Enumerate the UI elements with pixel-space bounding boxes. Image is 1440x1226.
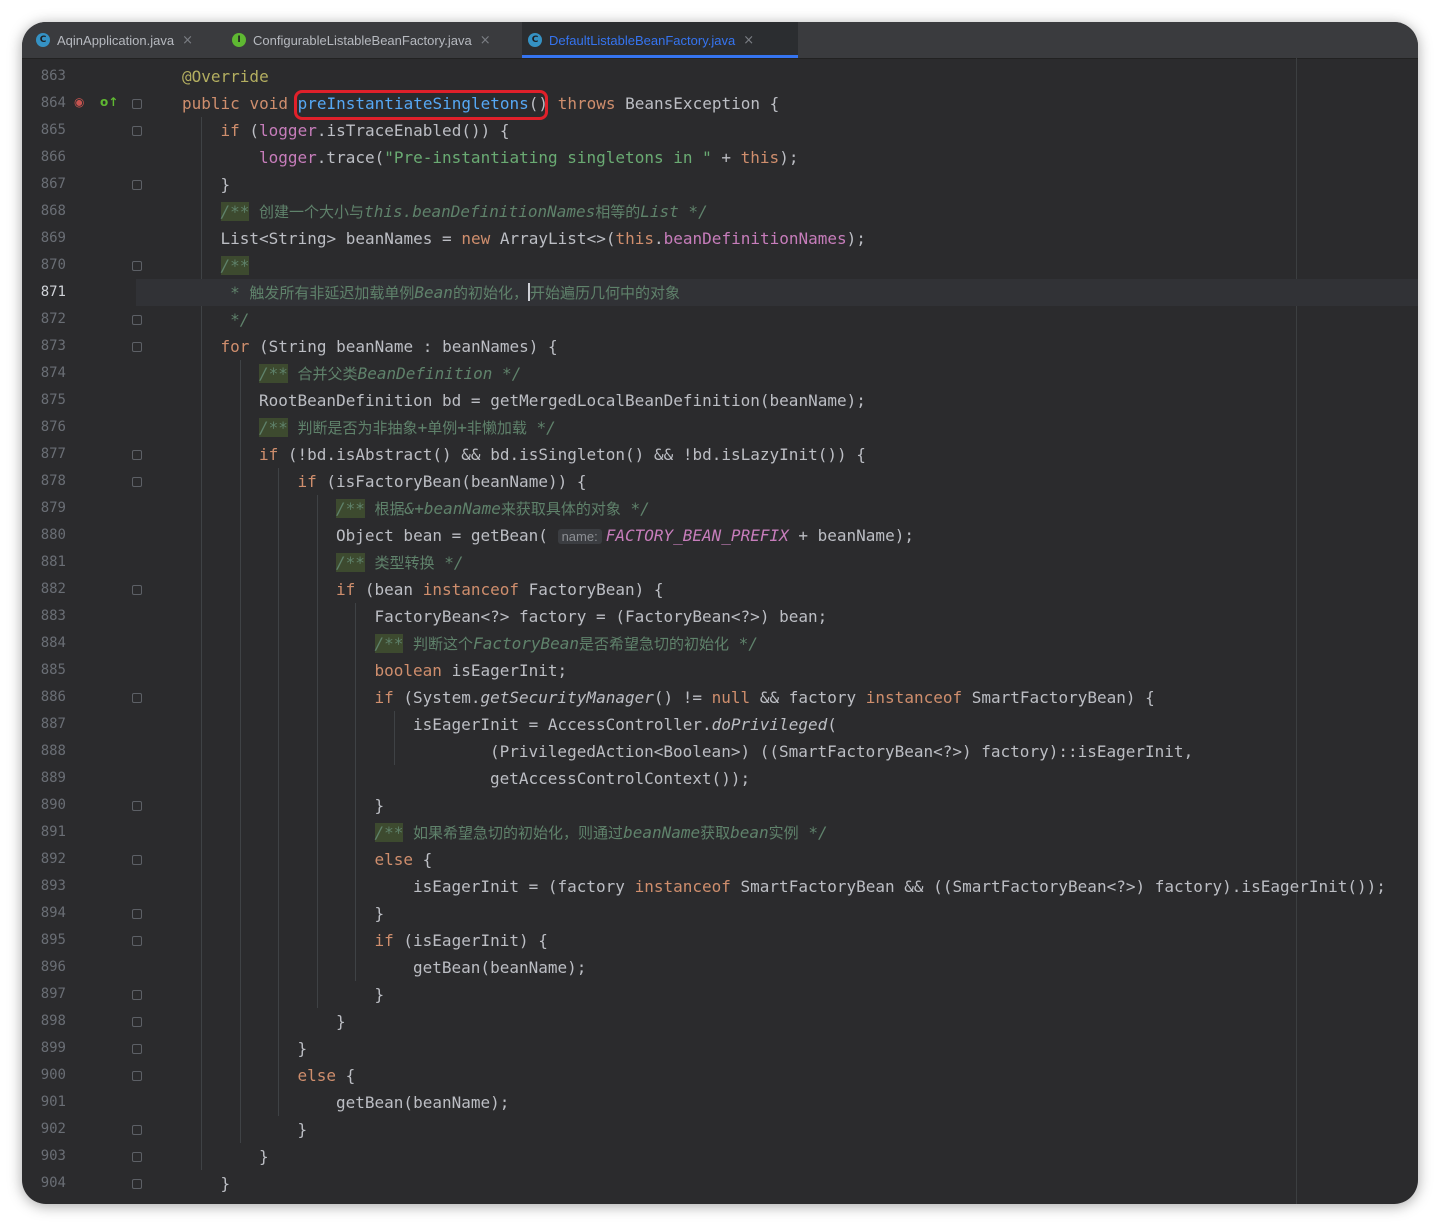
code-line[interactable]: (PrivilegedAction<Boolean>) ((SmartFacto… [490,738,1193,765]
class-icon: C [36,33,50,47]
code-editor[interactable]: @Override public void preInstantiateSingl… [22,58,1418,1204]
code-line[interactable]: getAccessControlContext()); [490,765,750,792]
close-tab-icon[interactable]: × [743,33,754,48]
code-line[interactable]: else { [375,846,433,873]
code-line[interactable]: } [336,1008,346,1035]
code-line[interactable]: /** 类型转换 */ [336,549,463,576]
code-line[interactable]: /** 创建一个大小与this.beanDefinitionNames相等的Li… [220,198,708,225]
indent-guide [316,495,318,1008]
editor-tab[interactable]: C DefaultListableBeanFactory.java × [522,22,798,58]
code-line[interactable]: RootBeanDefinition bd = getMergedLocalBe… [259,387,866,414]
code-line[interactable]: } [298,1035,308,1062]
code-line[interactable]: if (!bd.isAbstract() && bd.isSingleton()… [259,441,866,468]
indent-guide [393,711,395,765]
code-line[interactable]: isEagerInit = AccessController.doPrivile… [413,711,837,738]
code-line[interactable]: boolean isEagerInit; [375,657,568,684]
code-line[interactable]: if (System.getSecurityManager() != null … [375,684,1155,711]
code-line[interactable]: else { [298,1062,356,1089]
editor-tab[interactable]: C AqinApplication.java × [30,22,228,58]
code-line[interactable]: if (bean instanceof FactoryBean) { [336,576,664,603]
editor-tab-label: ConfigurableListableBeanFactory.java [253,32,472,48]
code-line[interactable]: getBean(beanName); [413,954,586,981]
code-line[interactable]: Object bean = getBean( name: FACTORY_BEAN… [336,522,914,549]
code-line[interactable]: getBean(beanName); [336,1089,509,1116]
indent-guide [201,117,203,1170]
code-line[interactable]: isEagerInit = (factory instanceof SmartF… [413,873,1386,900]
close-tab-icon[interactable]: × [182,33,193,48]
class-icon: C [528,33,542,47]
indent-guide [355,603,357,981]
editor-tab-label: DefaultListableBeanFactory.java [549,32,736,48]
code-line[interactable]: } [298,1116,308,1143]
code-line[interactable]: FactoryBean<?> factory = (FactoryBean<?>… [375,603,828,630]
indent-guide [239,360,241,1143]
code-line[interactable]: /** 判断这个FactoryBean是否希望急切的初始化 */ [374,630,758,657]
code-line[interactable]: for (String beanName : beanNames) { [221,333,558,360]
code-line[interactable]: List<String> beanNames = new ArrayList<>… [221,225,866,252]
editor-tab-bar: C AqinApplication.java × I ConfigurableLista… [22,22,1418,59]
method-name-highlight-box [294,90,548,120]
code-line[interactable]: /** 根据&+beanName来获取具体的对象 */ [336,495,650,522]
code-line[interactable]: } [375,981,385,1008]
code-line[interactable]: } [259,1143,269,1170]
code-line[interactable]: } [221,1170,231,1197]
indent-guide [278,468,280,1116]
code-line[interactable]: @Override [182,63,269,90]
code-line[interactable]: } [375,900,385,927]
editor-tab-label: AqinApplication.java [57,32,175,48]
interface-icon: I [232,33,246,47]
close-tab-icon[interactable]: × [480,33,491,48]
code-line[interactable]: if (logger.isTraceEnabled()) { [221,117,510,144]
code-line[interactable]: /** 合并父类BeanDefinition */ [259,360,521,387]
code-line[interactable]: * 触发所有非延迟加载单例Bean的初始化， 开始遍历几何中的对象 [230,279,680,306]
code-line[interactable]: /** 判断是否为非抽象+单例+非懒加载 */ [259,414,556,441]
code-line[interactable]: if (isEagerInit) { [375,927,548,954]
ide-window: C AqinApplication.java × I ConfigurableLista… [22,22,1418,1204]
code-line[interactable]: } [375,792,385,819]
code-line[interactable]: /** [220,252,250,279]
code-line[interactable]: if (isFactoryBean(beanName)) { [298,468,587,495]
code-line[interactable]: */ [230,306,249,333]
code-line[interactable]: /** 如果希望急切的初始化，则通过beanName获取bean实例 */ [374,819,828,846]
text-cursor [527,283,530,301]
code-line[interactable]: logger.trace("Pre-instantiating singleto… [259,144,798,171]
editor-tab[interactable]: I ConfigurableListableBeanFactory.java × [226,22,524,58]
code-line[interactable]: } [221,171,231,198]
